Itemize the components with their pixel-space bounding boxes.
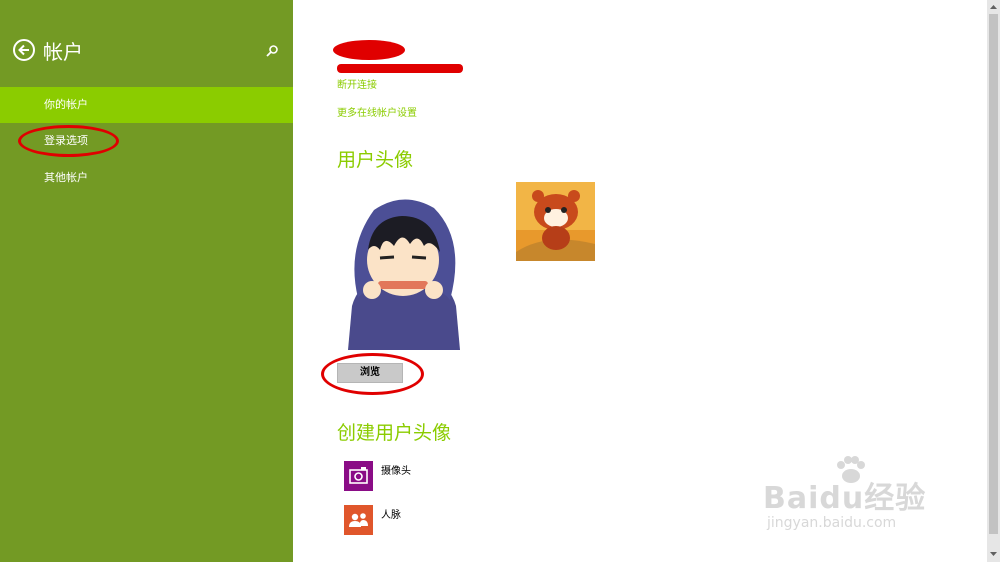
nav-item-label: 你的帐户 bbox=[44, 98, 88, 111]
left-pane: 帐户 你的帐户 登录选项 其他帐户 bbox=[0, 0, 293, 562]
arrow-left-icon bbox=[18, 44, 29, 56]
baidu-watermark: Baidu经验 jingyan.baidu.com bbox=[763, 455, 953, 535]
search-icon[interactable] bbox=[265, 44, 279, 58]
previous-avatar-image[interactable] bbox=[516, 182, 595, 261]
scroll-up-arrow-icon[interactable] bbox=[988, 2, 999, 13]
nav-item-your-account[interactable]: 你的帐户 bbox=[0, 87, 293, 123]
scrollbar-thumb[interactable] bbox=[989, 14, 998, 534]
page-title: 帐户 bbox=[43, 40, 83, 64]
create-avatar-section-title: 创建用户头像 bbox=[337, 422, 452, 444]
camera-app-label: 摄像头 bbox=[381, 466, 411, 477]
people-app-label: 人脉 bbox=[381, 510, 401, 521]
current-avatar-image bbox=[338, 188, 468, 350]
watermark-brand: Baidu经验 bbox=[763, 481, 927, 516]
people-icon bbox=[344, 505, 373, 535]
avatar-section-title: 用户头像 bbox=[337, 149, 414, 171]
redacted-email bbox=[337, 64, 463, 73]
back-button[interactable] bbox=[13, 39, 35, 61]
annotation-circle bbox=[18, 125, 119, 157]
more-online-settings-link[interactable]: 更多在线帐户设置 bbox=[337, 104, 417, 119]
redacted-name bbox=[333, 40, 405, 60]
annotation-circle bbox=[321, 353, 424, 395]
watermark-url: jingyan.baidu.com bbox=[767, 515, 897, 531]
vertical-scrollbar[interactable] bbox=[987, 0, 1000, 562]
disconnect-link[interactable]: 断开连接 bbox=[337, 76, 377, 91]
scroll-down-arrow-icon[interactable] bbox=[988, 548, 999, 559]
nav-item-other-accounts[interactable]: 其他帐户 bbox=[0, 160, 293, 196]
camera-icon bbox=[344, 461, 373, 491]
nav-item-label: 其他帐户 bbox=[44, 171, 88, 184]
